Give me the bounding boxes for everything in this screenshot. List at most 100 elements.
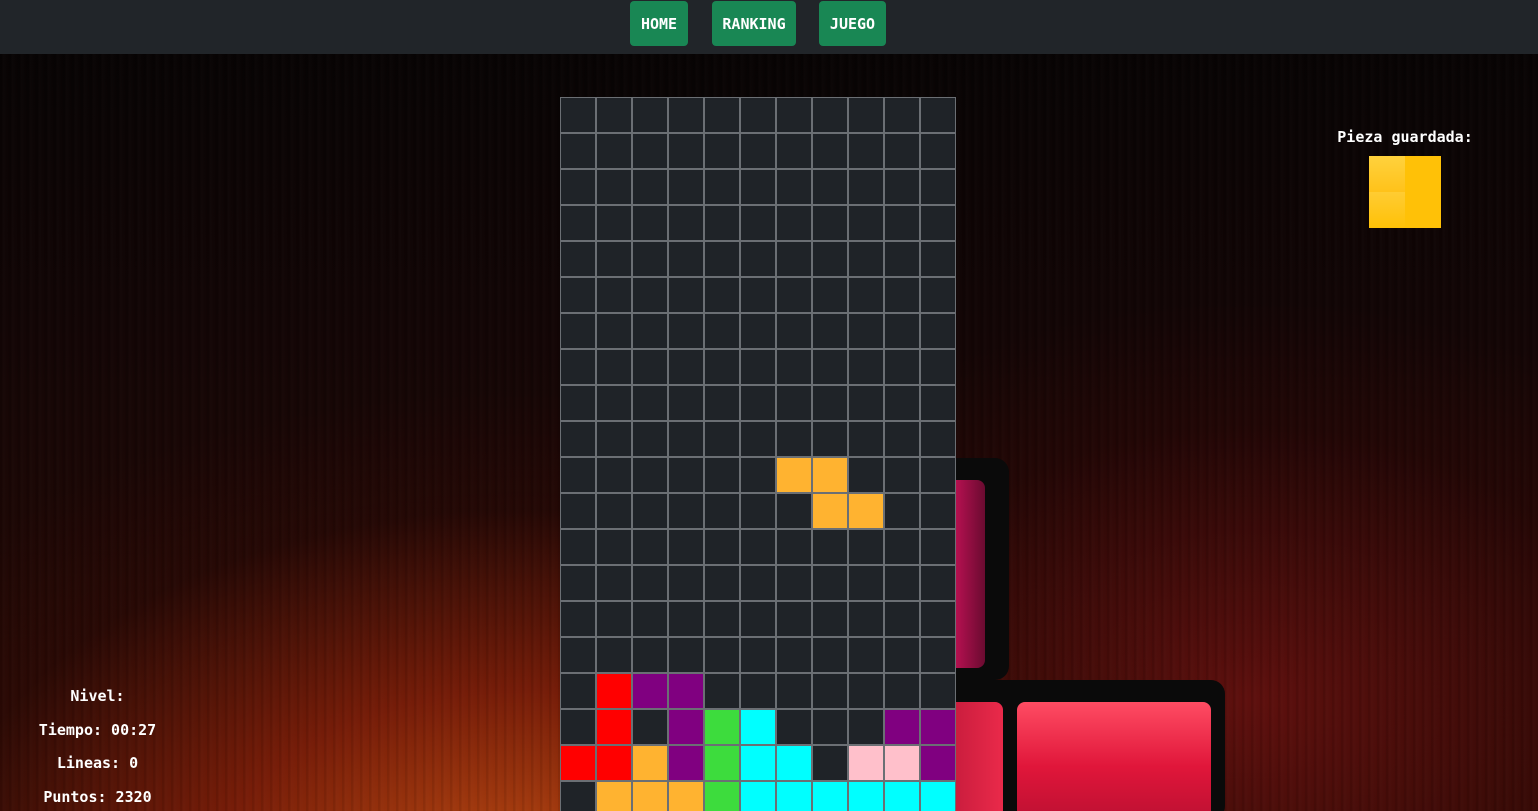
board-cell	[704, 565, 740, 601]
board-cell	[704, 241, 740, 277]
board-cell	[848, 565, 884, 601]
board-cell	[560, 169, 596, 205]
level-label: Nivel:	[70, 687, 125, 705]
board-cell	[812, 745, 848, 781]
tetris-board[interactable]	[560, 97, 956, 811]
board-cell	[560, 421, 596, 457]
board-cell	[668, 529, 704, 565]
board-cell	[740, 313, 776, 349]
locked-block	[884, 745, 920, 781]
board-cell	[740, 349, 776, 385]
board-cell	[812, 421, 848, 457]
board-cell	[668, 133, 704, 169]
locked-block	[632, 781, 668, 811]
locked-block	[632, 745, 668, 781]
locked-block	[668, 781, 704, 811]
board-cell	[596, 349, 632, 385]
board-cell	[560, 709, 596, 745]
board-cell	[740, 493, 776, 529]
locked-block	[776, 745, 812, 781]
board-cell	[668, 385, 704, 421]
juego-button[interactable]: JUEGO	[819, 1, 886, 46]
board-cell	[668, 457, 704, 493]
board-cell	[704, 313, 740, 349]
home-button[interactable]: HOME	[630, 1, 688, 46]
board-cell	[812, 277, 848, 313]
board-cell	[668, 313, 704, 349]
board-cell	[740, 601, 776, 637]
board-cell	[668, 493, 704, 529]
board-cell	[668, 169, 704, 205]
board-cell	[920, 421, 956, 457]
board-cell	[920, 529, 956, 565]
board-cell	[812, 169, 848, 205]
board-cell	[848, 709, 884, 745]
board-cell	[596, 241, 632, 277]
board-cell	[596, 601, 632, 637]
board-cell	[740, 205, 776, 241]
locked-block	[596, 673, 632, 709]
board-cell	[632, 421, 668, 457]
board-cell	[704, 385, 740, 421]
board-cell	[848, 601, 884, 637]
board-cell	[920, 205, 956, 241]
board-cell	[848, 673, 884, 709]
locked-block	[776, 781, 812, 811]
board-cell	[848, 349, 884, 385]
board-cell	[740, 673, 776, 709]
active-piece-block	[848, 493, 884, 529]
board-cell	[812, 637, 848, 673]
board-cell	[704, 133, 740, 169]
locked-block	[884, 709, 920, 745]
board-cell	[920, 385, 956, 421]
board-cell	[704, 97, 740, 133]
board-cell	[704, 277, 740, 313]
ranking-button[interactable]: RANKING	[712, 1, 796, 46]
board-cell	[632, 205, 668, 241]
board-cell	[632, 385, 668, 421]
board-cell	[884, 133, 920, 169]
board-cell	[776, 529, 812, 565]
board-cell	[740, 421, 776, 457]
board-cell	[920, 169, 956, 205]
board-cell	[848, 97, 884, 133]
board-cell	[884, 385, 920, 421]
board-cell	[812, 97, 848, 133]
board-cell	[920, 457, 956, 493]
board-cell	[668, 565, 704, 601]
board-cell	[812, 133, 848, 169]
board-cell	[632, 349, 668, 385]
board-cell	[920, 133, 956, 169]
board-cell	[776, 385, 812, 421]
board-cell	[920, 565, 956, 601]
board-cell	[740, 637, 776, 673]
board-cell	[632, 637, 668, 673]
locked-block	[704, 781, 740, 811]
board-cell	[632, 97, 668, 133]
board-cell	[848, 457, 884, 493]
board-cell	[596, 421, 632, 457]
board-cell	[632, 493, 668, 529]
board-cell	[776, 349, 812, 385]
board-cell	[740, 565, 776, 601]
board-cell	[560, 493, 596, 529]
board-cell	[560, 277, 596, 313]
locked-block	[704, 745, 740, 781]
board-cell	[884, 241, 920, 277]
board-cell	[776, 565, 812, 601]
board-cell	[920, 97, 956, 133]
board-cell	[560, 205, 596, 241]
board-cell	[560, 349, 596, 385]
held-piece-block	[1369, 156, 1405, 192]
locked-block	[812, 781, 848, 811]
board-cell	[884, 277, 920, 313]
board-cell	[704, 601, 740, 637]
board-cell	[848, 133, 884, 169]
board-cell	[812, 205, 848, 241]
locked-block	[740, 745, 776, 781]
board-cell	[704, 349, 740, 385]
stats-panel: Nivel: Tiempo: 00:27 Lineas: 0 Puntos: 2…	[20, 684, 175, 811]
board-cell	[848, 277, 884, 313]
board-cell	[920, 601, 956, 637]
locked-block	[668, 745, 704, 781]
